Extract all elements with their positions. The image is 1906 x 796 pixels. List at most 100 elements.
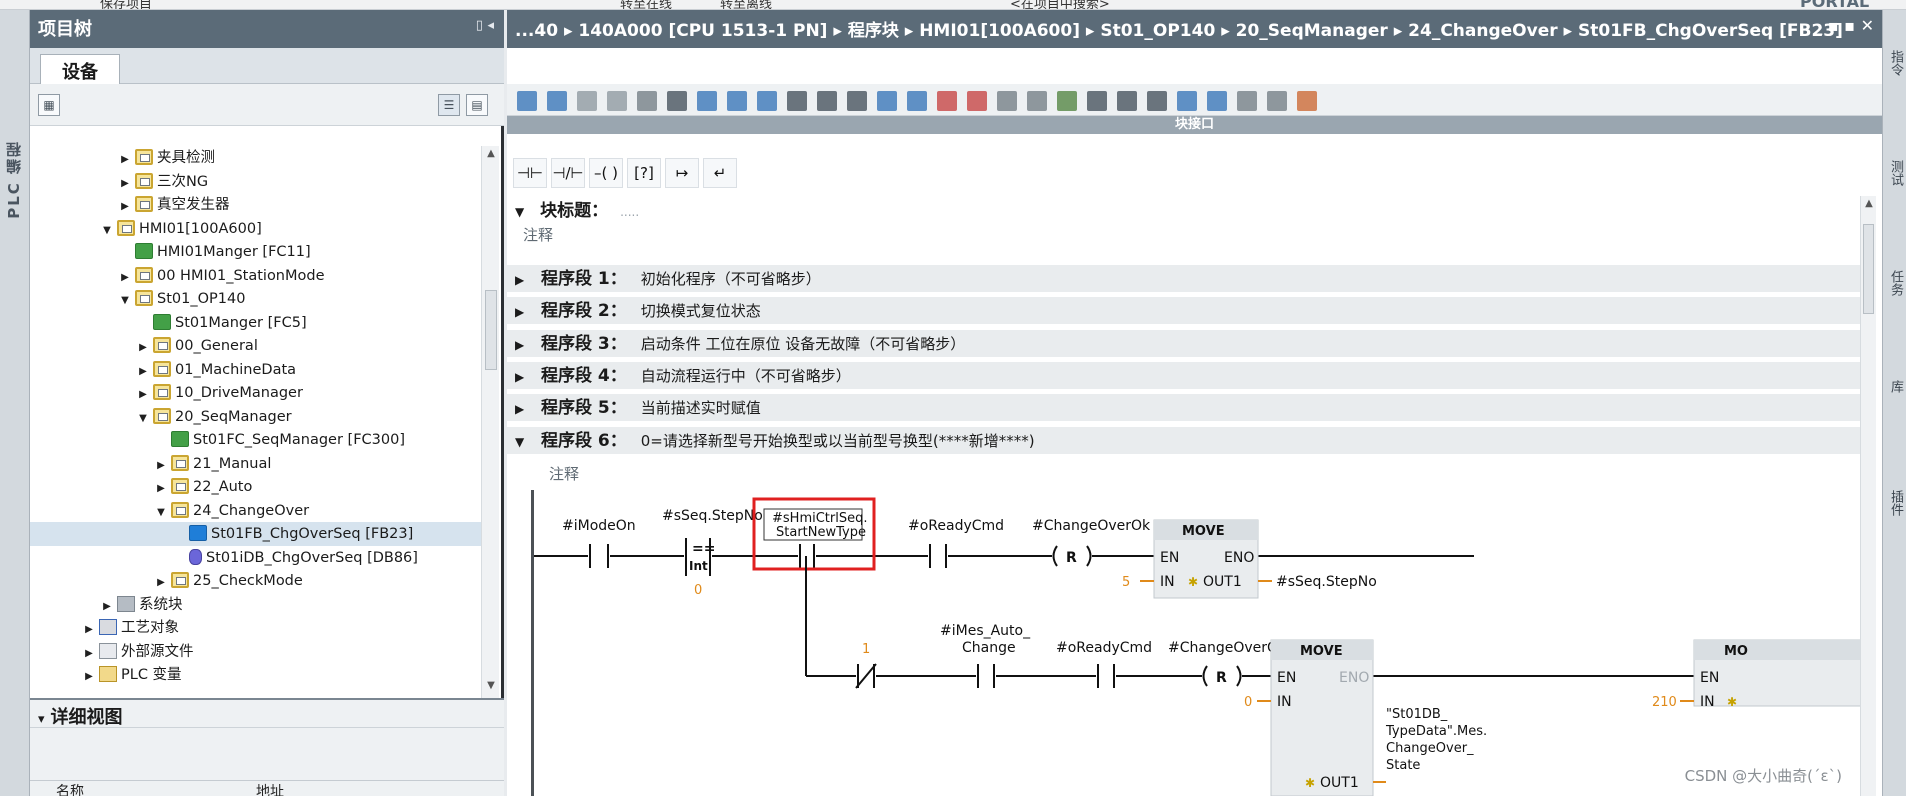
- expand-closed-icon[interactable]: ▶: [119, 172, 131, 196]
- project-search-input[interactable]: <在项目中搜索>: [1010, 0, 1110, 9]
- expand-open-icon[interactable]: ▼: [155, 501, 167, 525]
- nc-contact-1[interactable]: 1: [855, 642, 877, 689]
- open-branch-icon[interactable]: ↦: [665, 158, 699, 188]
- network-segment[interactable]: ▼ 程序段 6： 0=请选择新型号开始换型或以当前型号换型(****新增****): [507, 426, 1866, 456]
- segment-description[interactable]: 切换模式复位状态: [641, 302, 761, 320]
- editor-tool-icon[interactable]: [937, 91, 957, 111]
- compare-value[interactable]: 0: [694, 583, 702, 598]
- editor-tool-icon[interactable]: [1267, 91, 1287, 111]
- contact-imodeon[interactable]: #iModeOn: [562, 518, 636, 568]
- tree-item[interactable]: ▶ 三次NG: [30, 170, 482, 194]
- segment-description[interactable]: 当前描述实时赋值: [641, 399, 761, 417]
- editor-tool-icon[interactable]: [877, 91, 897, 111]
- tree-item[interactable]: St01Manger [FC5]: [30, 311, 482, 335]
- move-box-1[interactable]: MOVE EN ENO IN OUT1 ✱ 5 #sSeq.StepNo: [1122, 519, 1377, 599]
- expand-icon[interactable]: ▶: [515, 298, 541, 326]
- tree-item[interactable]: St01iDB_ChgOverSeq [DB86]: [30, 546, 482, 570]
- move-2-out-line4[interactable]: State: [1386, 758, 1420, 773]
- tree-item[interactable]: ▶ 22_Auto: [30, 475, 482, 499]
- editor-tool-icon[interactable]: [517, 91, 537, 111]
- expand-closed-icon[interactable]: ▶: [83, 618, 95, 642]
- tree-item[interactable]: ▼ HMI01[100A600]: [30, 217, 482, 241]
- move-2-out-line3[interactable]: ChangeOver_: [1386, 741, 1474, 756]
- block-comment[interactable]: 注释: [523, 224, 553, 245]
- segment-description[interactable]: 0=请选择新型号开始换型或以当前型号换型(****新增****): [641, 432, 1035, 450]
- block-title-row[interactable]: ▼ 块标题： .....: [507, 196, 1882, 221]
- editor-tool-icon[interactable]: [1147, 91, 1167, 111]
- editor-tool-icon[interactable]: [1117, 91, 1137, 111]
- contact-oreadycmd[interactable]: #oReadyCmd: [908, 518, 1004, 568]
- contact-start-new-type[interactable]: #sHmiCtrlSeq. StartNewType: [763, 508, 867, 568]
- tree-item[interactable]: HMI01Manger [FC11]: [30, 240, 482, 264]
- go-offline-button[interactable]: 转至离线: [720, 0, 772, 9]
- no-contact-icon[interactable]: ⊣⊢: [513, 158, 547, 188]
- tree-item[interactable]: ▶ 系统块: [30, 593, 482, 617]
- expand-open-icon[interactable]: ▼: [119, 289, 131, 313]
- network-segment[interactable]: ▶ 程序段 3： 启动条件 工位在原位 设备无故障（不可省略步）: [507, 329, 1866, 358]
- tree-item[interactable]: ▶ 真空发生器: [30, 193, 482, 217]
- network-segment[interactable]: ▶ 程序段 4： 自动流程运行中（不可省略步）: [507, 361, 1866, 391]
- close-branch-icon[interactable]: ↵: [703, 158, 737, 188]
- editor-tool-icon[interactable]: [637, 91, 657, 111]
- expand-closed-icon[interactable]: ▶: [137, 360, 149, 384]
- network-segment[interactable]: ▶ 程序段 2： 切换模式复位状态: [507, 297, 1866, 326]
- network-segment[interactable]: ▶ 程序段 5： 当前描述实时赋值: [507, 394, 1866, 423]
- editor-tool-icon[interactable]: [1297, 91, 1317, 111]
- tree-item[interactable]: ▶ 01_MachineData: [30, 358, 482, 382]
- collapse-icon[interactable]: ▼: [515, 428, 541, 456]
- move-box-2[interactable]: MOVE EN ENO IN OUT1 ✱ 0 "St01DB_ TypeDat…: [1244, 639, 1487, 796]
- editor-tool-icon[interactable]: [967, 91, 987, 111]
- expand-closed-icon[interactable]: ▶: [155, 477, 167, 501]
- editor-tool-icon[interactable]: [607, 91, 627, 111]
- segment-description[interactable]: 自动流程运行中（不可省略步）: [641, 367, 851, 385]
- editor-tool-icon[interactable]: [1237, 91, 1257, 111]
- right-tab[interactable]: 指令: [1885, 50, 1905, 76]
- tree-item[interactable]: ▶ 25_CheckMode: [30, 569, 482, 593]
- tree-item[interactable]: ▶ 21_Manual: [30, 452, 482, 476]
- segment-description[interactable]: 启动条件 工位在原位 设备无故障（不可省略步）: [641, 335, 966, 353]
- expand-icon[interactable]: ▶: [515, 266, 541, 294]
- move-3-in-value[interactable]: 210: [1652, 695, 1677, 710]
- expand-closed-icon[interactable]: ▶: [137, 383, 149, 407]
- list-view-icon[interactable]: ☰: [438, 94, 460, 116]
- empty-box-icon[interactable]: [?]: [627, 158, 661, 188]
- scroll-thumb[interactable]: [1863, 224, 1874, 314]
- nc-contact-icon[interactable]: ⊣/⊢: [551, 158, 585, 188]
- move-in-value[interactable]: 5: [1122, 575, 1130, 590]
- right-tab[interactable]: 任务: [1885, 270, 1905, 296]
- tree-item[interactable]: ▶ 外部源文件: [30, 640, 482, 664]
- reset-coil-changeoverok[interactable]: R #ChangeOverOk: [1032, 518, 1151, 568]
- compare-int-equal[interactable]: == Int #sSeq.StepNo 0: [662, 508, 763, 598]
- panel-collapse-icon[interactable]: ▯ ◂: [476, 18, 494, 33]
- editor-tool-icon[interactable]: [547, 91, 567, 111]
- window-buttons[interactable]: _ ▪ ▪ ✕: [1814, 16, 1874, 35]
- network-segment[interactable]: ▶ 程序段 1： 初始化程序（不可省略步）: [507, 265, 1866, 293]
- tree-item[interactable]: St01FC_SeqManager [FC300]: [30, 428, 482, 452]
- tree-item[interactable]: ▶ PLC 变量: [30, 663, 482, 687]
- go-online-button[interactable]: 转至在线: [620, 0, 672, 9]
- move-2-out-line1[interactable]: "St01DB_: [1386, 707, 1448, 722]
- expand-icon[interactable]: ▶: [515, 363, 541, 391]
- expand-closed-icon[interactable]: ▶: [119, 148, 131, 172]
- segment-comment[interactable]: 注释: [549, 463, 579, 484]
- contact-oreadycmd-2[interactable]: #oReadyCmd: [1056, 640, 1152, 688]
- editor-tool-icon[interactable]: [727, 91, 747, 111]
- expand-closed-icon[interactable]: ▶: [119, 266, 131, 290]
- segment-description[interactable]: 初始化程序（不可省略步）: [641, 270, 821, 288]
- expand-open-icon[interactable]: ▼: [137, 407, 149, 431]
- coil-icon[interactable]: –( ): [589, 158, 623, 188]
- editor-tool-icon[interactable]: [1177, 91, 1197, 111]
- column-name[interactable]: 名称: [56, 781, 84, 796]
- tree-item[interactable]: ▶ 00_General: [30, 334, 482, 358]
- tree-item[interactable]: ▶ 工艺对象: [30, 616, 482, 640]
- expand-closed-icon[interactable]: ▶: [137, 336, 149, 360]
- tree-item[interactable]: ▶ 00 HMI01_StationMode: [30, 264, 482, 288]
- editor-tool-icon[interactable]: [907, 91, 927, 111]
- move-2-out-line2[interactable]: TypeData".Mes.: [1385, 724, 1487, 739]
- tree-item[interactable]: ▼ 20_SeqManager: [30, 405, 482, 429]
- contact-imes-auto-change[interactable]: #iMes_Auto_ Change: [940, 623, 1031, 688]
- right-tab[interactable]: 测试: [1885, 160, 1905, 186]
- tree-scrollbar[interactable]: ▲ ▼: [481, 146, 499, 698]
- right-tab[interactable]: 库: [1885, 380, 1905, 393]
- tree-item[interactable]: ▶ 夹具检测: [30, 146, 482, 170]
